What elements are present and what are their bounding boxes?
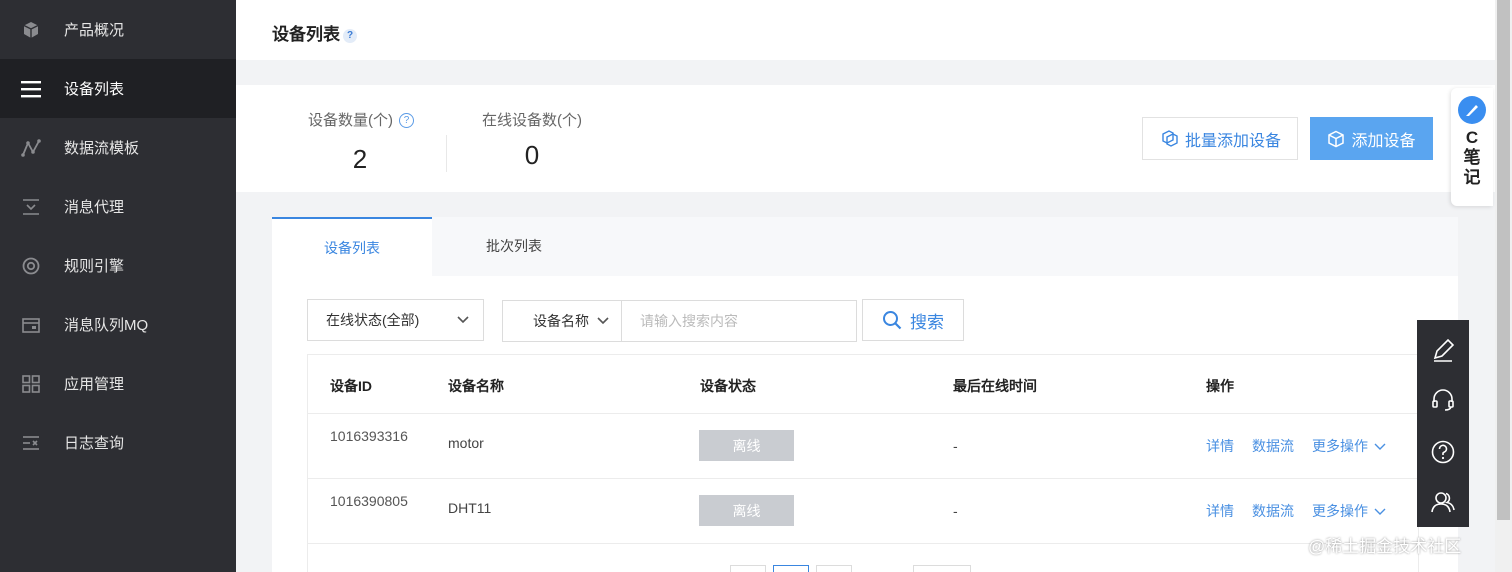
device-table: 设备ID 设备名称 设备状态 最后在线时间 操作 1016393316 moto… (307, 354, 1419, 572)
search-button[interactable]: 搜索 (862, 299, 964, 341)
scrollbar-thumb[interactable] (1497, 0, 1510, 520)
sidebar-item-label: 设备列表 (64, 81, 125, 98)
search-input[interactable] (621, 300, 857, 342)
tab-batch-list[interactable]: 批次列表 (434, 217, 594, 275)
search-icon (883, 311, 902, 330)
stats-panel: 设备数量(个)? 2 在线设备数(个) 0 批量添加设备 添加设备 (236, 85, 1495, 192)
more-actions-dropdown[interactable]: 更多操作 (1312, 436, 1386, 456)
watermark: @稀土掘金技术社区 (1308, 537, 1462, 556)
pagination-jump-input[interactable] (913, 565, 971, 572)
log-icon (20, 432, 42, 454)
online-count-stat: 在线设备数(个) 0 (482, 112, 582, 170)
chevron-down-icon (597, 317, 609, 325)
table-row: 1016390805 DHT11 离线 - 详情 数据流 更多操作 (308, 479, 1418, 544)
batch-add-device-button[interactable]: 批量添加设备 (1142, 117, 1298, 160)
headset-icon (1432, 389, 1454, 411)
sidebar-item-label: 产品概况 (64, 22, 125, 39)
device-list-content: 在线状态(全部) 设备名称 搜索 设备ID 设备名称 设备状态 最后在线时间 操… (272, 276, 1458, 572)
device-name: DHT11 (448, 500, 492, 516)
last-online-time: - (953, 503, 958, 519)
device-count-value: 2 (352, 144, 368, 174)
column-header-last-online[interactable]: 最后在线时间 (953, 376, 1037, 396)
chevron-down-icon (1374, 508, 1386, 515)
sidebar-item-app-management[interactable]: 应用管理 (0, 354, 236, 413)
info-icon[interactable]: ? (399, 113, 414, 128)
floating-toolbar (1417, 320, 1469, 527)
detail-link[interactable]: 详情 (1206, 501, 1234, 521)
pencil-icon (1433, 338, 1455, 362)
chevron-down-icon (457, 316, 469, 324)
column-header-device-name[interactable]: 设备名称 (448, 376, 504, 396)
sidebar-item-log-query[interactable]: 日志查询 (0, 413, 236, 472)
sidebar-item-label: 规则引擎 (64, 258, 125, 275)
tab-bar: 设备列表 批次列表 (272, 217, 1458, 277)
add-device-button[interactable]: 添加设备 (1310, 117, 1433, 160)
chevron-down-icon (1374, 443, 1386, 450)
cube-icon (1328, 130, 1345, 147)
pagination-page[interactable] (773, 565, 809, 572)
table-header: 设备ID 设备名称 设备状态 最后在线时间 操作 (308, 355, 1418, 414)
search-field-select[interactable]: 设备名称 (502, 300, 622, 342)
pagination-prev[interactable] (730, 565, 766, 572)
device-count-stat: 设备数量(个)? 2 (308, 109, 414, 175)
online-count-value: 0 (524, 140, 540, 170)
column-header-device-id[interactable]: 设备ID (330, 376, 372, 396)
rule-icon (20, 255, 42, 277)
more-actions-dropdown[interactable]: 更多操作 (1312, 501, 1386, 521)
sidebar-item-product-overview[interactable]: 产品概况 (0, 0, 236, 59)
last-online-time: - (953, 438, 958, 454)
sidebar-item-label: 应用管理 (64, 376, 125, 393)
sidebar-item-label: 消息代理 (64, 199, 125, 216)
sidebar-item-message-queue[interactable]: 消息队列MQ (0, 295, 236, 354)
device-name: motor (448, 435, 484, 451)
page-title: 设备列表? (272, 20, 357, 45)
sidebar-item-datastream-template[interactable]: 数据流模板 (0, 118, 236, 177)
layers-icon (1162, 129, 1178, 147)
tab-device-list[interactable]: 设备列表 (272, 217, 432, 277)
note-label: C笔记 (1463, 128, 1481, 187)
list-icon (20, 78, 42, 100)
sidebar-item-rule-engine[interactable]: 规则引擎 (0, 236, 236, 295)
table-row: 1016393316 motor 离线 - 详情 数据流 更多操作 (308, 414, 1418, 479)
note-logo-icon (1458, 96, 1486, 124)
help-button[interactable] (1417, 426, 1469, 478)
device-id: 1016393316 (330, 428, 408, 444)
sidebar-item-message-broker[interactable]: 消息代理 (0, 177, 236, 236)
sidebar-item-device-list[interactable]: 设备列表 (0, 59, 236, 118)
device-id: 1016390805 (330, 493, 408, 509)
page-header: 设备列表? (236, 0, 1495, 60)
stream-icon (20, 137, 42, 159)
note-side-tab[interactable]: C笔记 (1451, 88, 1493, 206)
status-badge: 离线 (699, 430, 794, 461)
community-button[interactable] (1417, 476, 1469, 528)
grid-icon (20, 373, 42, 395)
datastream-link[interactable]: 数据流 (1252, 501, 1294, 521)
detail-link[interactable]: 详情 (1206, 436, 1234, 456)
users-icon (1431, 492, 1455, 513)
help-icon[interactable]: ? (343, 28, 357, 43)
datastream-link[interactable]: 数据流 (1252, 436, 1294, 456)
cube-icon (20, 19, 42, 41)
sidebar-item-label: 消息队列MQ (64, 317, 149, 334)
pagination-next[interactable] (816, 565, 852, 572)
queue-icon (20, 314, 42, 336)
stat-divider (446, 135, 447, 172)
edit-button[interactable] (1417, 324, 1469, 376)
sidebar-item-label: 数据流模板 (64, 140, 140, 157)
message-icon (20, 196, 42, 218)
status-badge: 离线 (699, 495, 794, 526)
question-circle-icon (1431, 440, 1455, 464)
column-header-device-status[interactable]: 设备状态 (700, 376, 756, 396)
column-header-operations: 操作 (1206, 378, 1234, 394)
sidebar-item-label: 日志查询 (64, 435, 125, 452)
sidebar: 产品概况 设备列表 数据流模板 消息代理 规则引擎 消息队列MQ 应用管理 日志… (0, 0, 236, 572)
online-status-select[interactable]: 在线状态(全部) (307, 299, 484, 341)
customer-service-button[interactable] (1417, 374, 1469, 426)
